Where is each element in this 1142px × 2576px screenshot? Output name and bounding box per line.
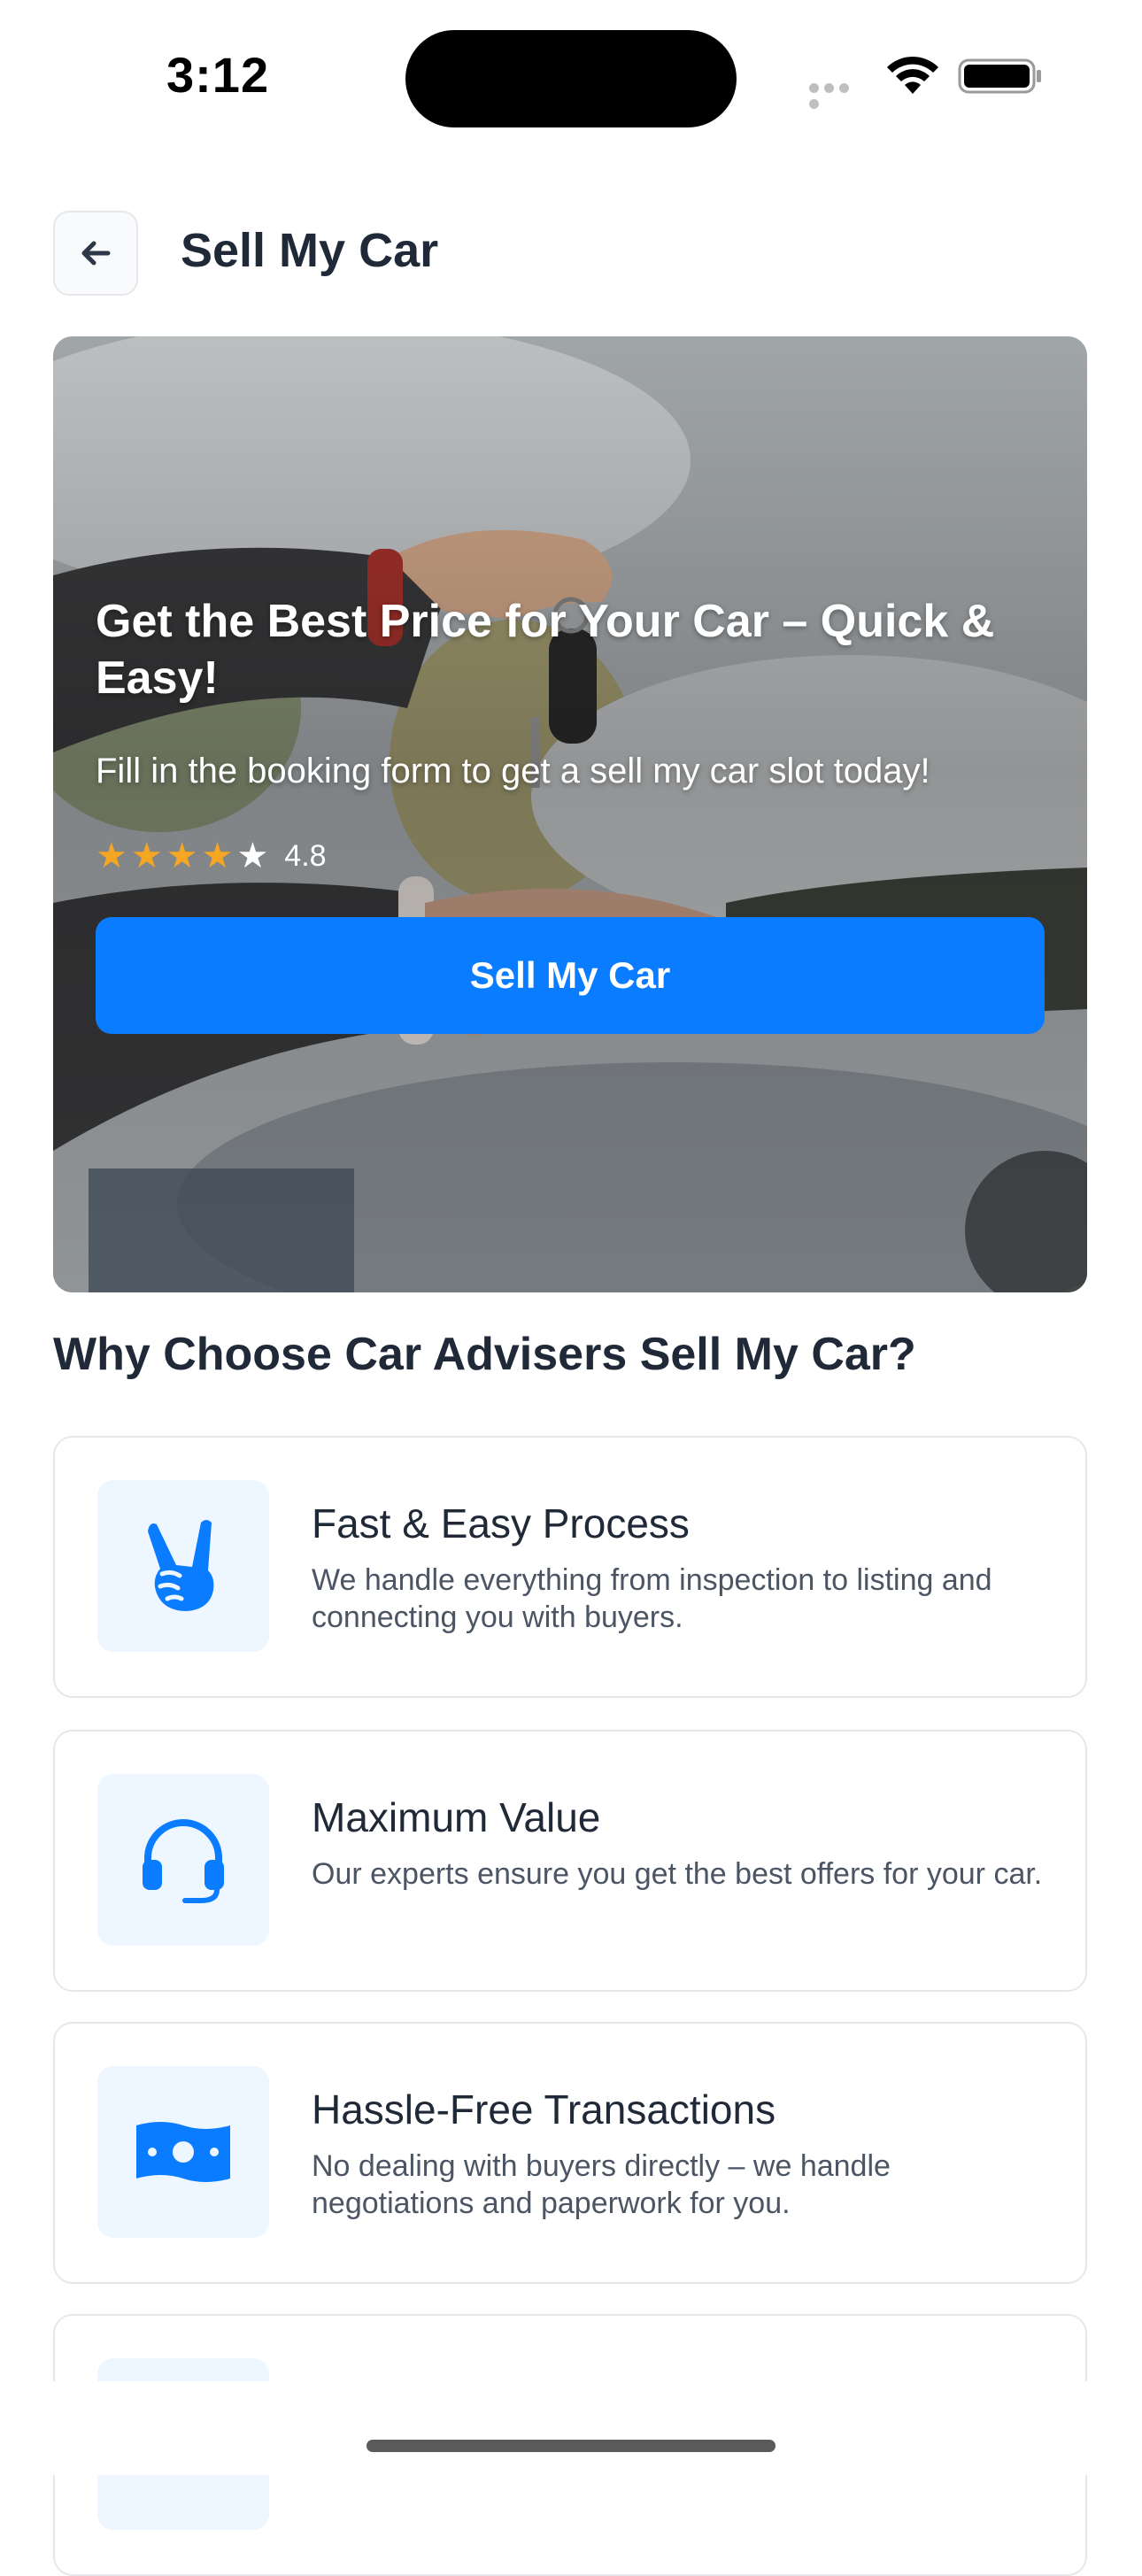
- wifi-icon: [887, 56, 938, 94]
- feature-description: Our experts ensure you get the best offe…: [312, 1857, 1043, 1891]
- feature-card: Maximum Value Our experts ensure you get…: [53, 1730, 1087, 1992]
- hand-peace-icon: [148, 1520, 214, 1611]
- feature-card: Fast & Easy Process We handle everything…: [53, 1436, 1087, 1698]
- hero-title: Get the Best Price for Your Car – Quick …: [96, 596, 995, 704]
- hero-banner: Get the Best Price for Your Car – Quick …: [53, 336, 1087, 1292]
- star-icon: ★: [96, 837, 127, 875]
- feature-description: No dealing with buyers directly – we han…: [312, 2149, 891, 2220]
- hero-subtitle: Fill in the booking form to get a sell m…: [96, 752, 930, 791]
- section-title: Why Choose Car Advisers Sell My Car?: [53, 1329, 916, 1380]
- feature-title: Fast & Easy Process: [312, 1500, 690, 1546]
- bottom-area: [0, 2381, 1142, 2475]
- feature-title: Maximum Value: [312, 1794, 601, 1840]
- star-icon: ★: [201, 837, 234, 875]
- status-time: 3:12: [166, 47, 270, 103]
- money-bill-icon: [136, 2122, 230, 2182]
- header: Sell My Car: [0, 204, 1142, 301]
- star-icon: ★: [166, 837, 198, 875]
- feature-icon-box: [97, 1480, 269, 1652]
- cellular-signal-icon: [809, 81, 868, 109]
- feature-icon-box: [97, 1774, 269, 1946]
- star-icon: ★: [130, 837, 163, 875]
- feature-title: Hassle-Free Transactions: [312, 2086, 776, 2133]
- page-title: Sell My Car: [181, 224, 439, 277]
- rating: ★ ★ ★ ★ ★ 4.8: [96, 834, 327, 878]
- headset-icon: [143, 1819, 224, 1903]
- arrow-left-icon: [81, 241, 111, 266]
- feature-icon-box: [97, 2066, 269, 2238]
- home-indicator[interactable]: [367, 2440, 775, 2452]
- back-button[interactable]: [53, 211, 138, 296]
- feature-description: We handle everything from inspection to …: [312, 1563, 992, 1634]
- hero-overlay: [53, 336, 1087, 1292]
- rating-value: 4.8: [284, 838, 327, 873]
- status-bar: 3:12: [0, 0, 1142, 150]
- battery-icon: [958, 58, 1041, 94]
- feature-card: Hassle-Free Transactions No dealing with…: [53, 2022, 1087, 2284]
- star-icon: ★: [236, 837, 269, 875]
- sell-my-car-button[interactable]: Sell My Car: [96, 917, 1045, 1034]
- dynamic-island: [405, 30, 737, 127]
